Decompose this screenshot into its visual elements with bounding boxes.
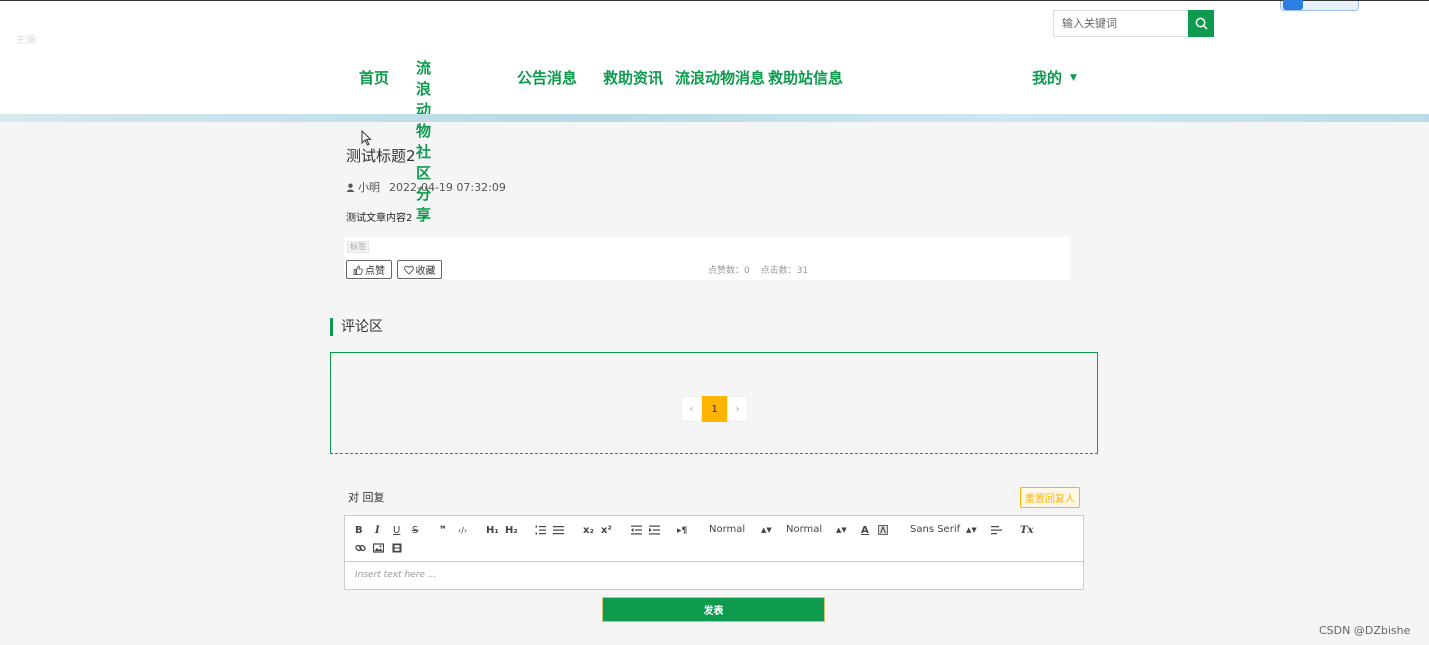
select-arrows-icon: ▲▼ [836, 526, 847, 534]
outdent-icon[interactable] [631, 525, 642, 535]
reset-reply-button[interactable]: 重置回复人 [1020, 487, 1080, 508]
nav-item-mine[interactable]: 我的 ▼ [1032, 68, 1077, 89]
article-actions-panel: 标签 点赞 收藏 点赞数：0 点击数：31 [344, 237, 1070, 280]
nav-item-rescue-news[interactable]: 救助资讯 [603, 68, 663, 89]
article-tag: 标签 [347, 241, 369, 253]
article-meta: 小明 2022-04-19 07:32:09 [346, 179, 506, 195]
size-select[interactable]: Normal ▲▼ [709, 524, 772, 535]
search-button[interactable] [1188, 10, 1214, 37]
h1-button[interactable]: H₁ [486, 525, 499, 537]
nav-item-community-share[interactable]: 流浪动物社区 分享 [416, 58, 431, 226]
editor-toolbar: B I U S ❞ ‹/› H₁ H₂ x₂ x² ▸¶ Normal ▲▼ No… [345, 516, 1083, 562]
select-arrows-icon: ▲▼ [761, 526, 772, 534]
text-color-button[interactable]: A [861, 525, 869, 537]
like-count: 点赞数：0 [708, 266, 750, 276]
image-icon[interactable] [373, 543, 384, 553]
bullet-list-icon[interactable] [553, 525, 564, 535]
top-header: 主编 首页 流浪动物社区 分享 公告消息 救助资讯 流浪动物消息 救助站信息 我… [0, 0, 1429, 224]
search-input[interactable] [1053, 10, 1188, 37]
watermark-text: CSDN @DZbishe [1319, 624, 1411, 637]
article-title: 测试标题2 [346, 147, 416, 165]
select-arrows-icon: ▲▼ [966, 526, 977, 534]
favorite-button[interactable]: 收藏 [397, 260, 442, 279]
thumbs-up-icon [353, 265, 363, 275]
video-icon[interactable] [392, 543, 402, 553]
nav-item-station-info[interactable]: 救助站信息 [768, 68, 843, 89]
bold-button[interactable]: B [355, 525, 363, 537]
mine-label: 我的 [1032, 69, 1063, 87]
like-label: 点赞 [365, 266, 385, 277]
reply-target-label: 对 回复 [348, 491, 385, 504]
rtl-button[interactable]: ▸¶ [677, 525, 687, 537]
editor-text-area[interactable]: Insert text here ... [355, 570, 436, 580]
font-select[interactable]: Sans Serif ▲▼ [910, 524, 977, 535]
search-bar [1053, 10, 1214, 37]
caret-down-icon: ▼ [1070, 73, 1077, 83]
nav-item-announcements[interactable]: 公告消息 [517, 68, 577, 89]
heart-icon [403, 265, 414, 275]
article-stats: 点赞数：0 点击数：31 [708, 263, 816, 276]
article-author: 小明 [358, 181, 380, 194]
favorite-label: 收藏 [415, 266, 436, 277]
blockquote-button[interactable]: ❞ [440, 525, 446, 537]
underline-button[interactable]: U [393, 525, 400, 537]
article-content: 测试文章内容2 [346, 213, 413, 224]
clear-format-button[interactable]: Tx [1020, 525, 1033, 537]
pager-next-button[interactable]: › [727, 396, 748, 422]
pager-prev-button[interactable]: ‹ [681, 396, 702, 422]
ordered-list-icon[interactable] [535, 525, 546, 535]
link-icon[interactable] [355, 543, 366, 553]
italic-button[interactable]: I [375, 525, 380, 537]
header-decor-band [0, 114, 1429, 122]
subscript-button[interactable]: x₂ [583, 525, 594, 537]
background-color-icon[interactable] [878, 525, 888, 535]
header-select-value: Normal [786, 524, 823, 535]
rich-text-editor: B I U S ❞ ‹/› H₁ H₂ x₂ x² ▸¶ Normal ▲▼ No… [344, 515, 1084, 590]
nav-item-home[interactable]: 首页 [359, 68, 389, 89]
h2-button[interactable]: H₂ [505, 525, 518, 537]
strike-button[interactable]: S [412, 525, 418, 537]
header-faint-text: 主编 [16, 35, 36, 46]
pager-page-1[interactable]: 1 [702, 396, 727, 422]
size-select-value: Normal [709, 524, 746, 535]
corner-widget[interactable] [1280, 0, 1359, 11]
comment-section-title: 评论区 [330, 318, 383, 336]
click-count: 点击数：31 [760, 266, 809, 276]
article-date: 2022-04-19 07:32:09 [389, 180, 506, 194]
comment-list: ‹ 1 › [330, 352, 1098, 454]
nav-item-animal-news[interactable]: 流浪动物消息 [675, 68, 765, 89]
user-icon [346, 183, 355, 192]
header-select[interactable]: Normal ▲▼ [786, 524, 847, 535]
superscript-button[interactable]: x² [601, 525, 612, 537]
code-button[interactable]: ‹/› [458, 525, 467, 537]
widget-icon [1283, 0, 1303, 10]
indent-icon[interactable] [649, 525, 660, 535]
like-button[interactable]: 点赞 [346, 260, 392, 279]
submit-button[interactable]: 发表 [602, 597, 825, 622]
align-icon[interactable] [991, 525, 1002, 535]
font-select-value: Sans Serif [910, 524, 961, 535]
search-icon [1195, 17, 1208, 30]
pagination: ‹ 1 › [681, 396, 748, 422]
